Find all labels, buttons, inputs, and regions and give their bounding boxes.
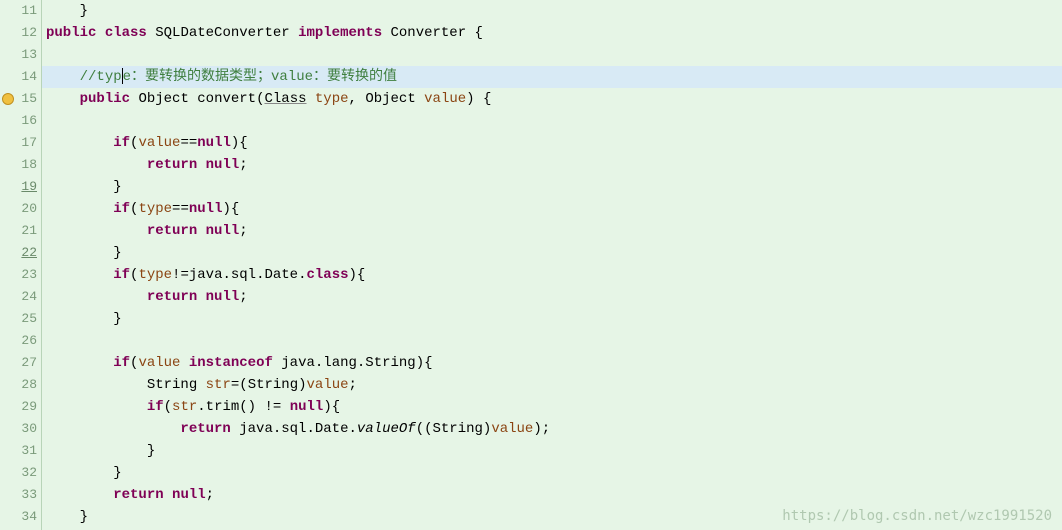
code-line[interactable]: return java.sql.Date.valueOf((String)val… [42, 418, 1062, 440]
gutter-row: 19 [0, 176, 41, 198]
gutter-row: 30 [0, 418, 41, 440]
gutter-row: 28 [0, 374, 41, 396]
gutter-row: 26 [0, 330, 41, 352]
gutter-row: 16 [0, 110, 41, 132]
gutter-row: 21 [0, 220, 41, 242]
warning-icon [2, 93, 14, 105]
code-line[interactable]: if(str.trim() != null){ [42, 396, 1062, 418]
code-line[interactable]: return null; [42, 220, 1062, 242]
gutter-row: 31 [0, 440, 41, 462]
code-line[interactable]: } [42, 462, 1062, 484]
gutter-row: 14 [0, 66, 41, 88]
code-line[interactable]: } [42, 308, 1062, 330]
code-line[interactable]: if(value instanceof java.lang.String){ [42, 352, 1062, 374]
code-line[interactable] [42, 44, 1062, 66]
code-line[interactable]: public Object convert(Class type, Object… [42, 88, 1062, 110]
code-line[interactable] [42, 330, 1062, 352]
gutter-row: 22 [0, 242, 41, 264]
gutter-row: 23 [0, 264, 41, 286]
code-line[interactable]: if(type!=java.sql.Date.class){ [42, 264, 1062, 286]
gutter-row: 20 [0, 198, 41, 220]
gutter-row: 25 [0, 308, 41, 330]
gutter-row: 33 [0, 484, 41, 506]
code-line[interactable]: } [42, 0, 1062, 22]
gutter-row: 17 [0, 132, 41, 154]
code-line[interactable]: return null; [42, 484, 1062, 506]
gutter-row: 15 [0, 88, 41, 110]
gutter-row: 12 [0, 22, 41, 44]
code-line[interactable]: String str=(String)value; [42, 374, 1062, 396]
gutter-row: 34 [0, 506, 41, 528]
code-editor[interactable]: 11 12 13 14 15 16 17 18 19 20 21 22 23 2… [0, 0, 1062, 530]
code-line[interactable]: if(type==null){ [42, 198, 1062, 220]
gutter-row: 11 [0, 0, 41, 22]
gutter-row: 32 [0, 462, 41, 484]
gutter-row: 18 [0, 154, 41, 176]
gutter-row: 24 [0, 286, 41, 308]
code-line-highlighted[interactable]: //type：要转换的数据类型；value：要转换的值 [42, 66, 1062, 88]
code-line[interactable]: public class SQLDateConverter implements… [42, 22, 1062, 44]
code-area[interactable]: } public class SQLDateConverter implemen… [42, 0, 1062, 530]
code-line[interactable]: } [42, 440, 1062, 462]
code-line[interactable] [42, 110, 1062, 132]
gutter-row: 27 [0, 352, 41, 374]
code-line[interactable]: } [42, 176, 1062, 198]
code-line[interactable]: } [42, 506, 1062, 528]
line-gutter: 11 12 13 14 15 16 17 18 19 20 21 22 23 2… [0, 0, 42, 530]
code-line[interactable]: if(value==null){ [42, 132, 1062, 154]
gutter-row: 13 [0, 44, 41, 66]
gutter-row: 29 [0, 396, 41, 418]
code-line[interactable]: return null; [42, 286, 1062, 308]
code-line[interactable]: return null; [42, 154, 1062, 176]
code-line[interactable]: } [42, 242, 1062, 264]
